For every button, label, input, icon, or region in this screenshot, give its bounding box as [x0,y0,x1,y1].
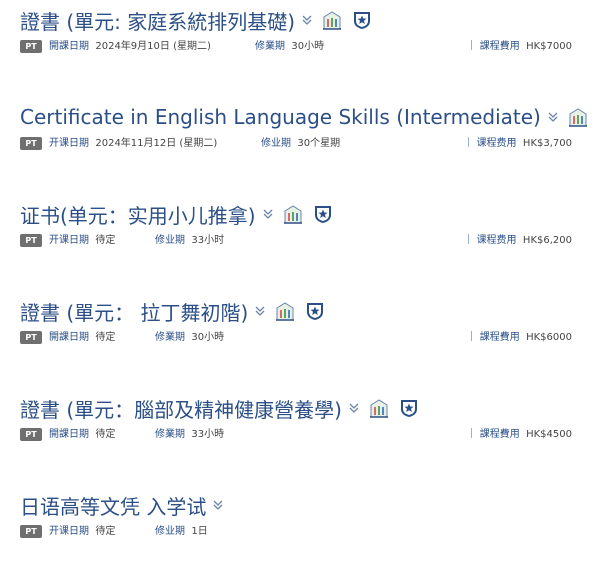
fee-value: HK$6000 [526,332,572,343]
period-label: 修業期 [255,41,285,52]
chevron-down-icon[interactable] [254,305,266,317]
course-meta: PT 開課日期 待定 修業期 33小時 課程費用 HK$4500 [20,428,572,442]
start-date-value: 待定 [95,332,116,343]
course-meta: PT 开课日期 2024年11月12日 (星期二) 修业期 30个星期 课程费用… [20,137,572,151]
course-title[interactable]: 证书(单元：实用小儿推拿) [20,200,256,229]
mode-badge: PT [20,234,42,247]
divider [467,137,469,147]
course-title[interactable]: 證書 (單元: 家庭系統排列基礎) [20,6,295,35]
start-date-label: 開課日期 [49,41,89,52]
course-title-row: 證書 (單元： 拉丁舞初階) [20,297,326,325]
course-title-row: 證書 (單元: 家庭系統排列基礎) [20,6,373,34]
course-item: 證書 (單元: 家庭系統排列基礎) PT 開課日期 2024年9月10日 (星期… [20,6,572,66]
shield-star-icon [304,300,326,322]
course-title-row: 证书(单元：实用小儿推拿) [20,200,334,228]
course-title-row: 證書 (單元：腦部及精神健康營養學) [20,394,420,422]
start-date-value: 待定 [95,526,116,537]
start-date-label: 开课日期 [49,235,89,246]
chevron-down-icon[interactable] [262,208,274,220]
start-date-value: 2024年11月12日 (星期二) [95,138,218,149]
course-item: 日语高等文凭 入学试 PT 开课日期 待定 修业期 1日 [20,491,572,551]
fee-label: 課程費用 [479,332,520,343]
period-label: 修業期 [155,332,185,343]
period-value: 30小時 [291,41,325,52]
course-title[interactable]: 日语高等文凭 入学试 [20,491,206,520]
start-date-value: 待定 [95,429,116,440]
building-icon [321,9,343,31]
chevron-down-icon[interactable] [212,499,224,511]
period-value: 30个星期 [297,138,341,149]
start-date-label: 開課日期 [49,429,89,440]
period-label: 修業期 [155,429,185,440]
start-date-value: 2024年9月10日 (星期二) [95,41,211,52]
divider [470,331,472,341]
period-label: 修业期 [261,138,291,149]
mode-badge: PT [20,428,42,441]
fee-label: 课程费用 [476,235,517,246]
period-label: 修业期 [155,526,185,537]
shield-star-icon [312,203,334,225]
course-meta: PT 开课日期 待定 修业期 33小时 课程费用 HK$6,200 [20,234,572,248]
course-item: 證書 (單元： 拉丁舞初階) PT 開課日期 待定 修業期 30小時 課程費用 … [20,297,572,357]
fee-label: 課程費用 [479,41,520,52]
start-date-label: 开课日期 [49,138,89,149]
period-value: 1日 [191,526,208,537]
mode-badge: PT [20,40,42,53]
course-item: 证书(单元：实用小儿推拿) PT 开课日期 待定 修业期 33小时 课程费用 H… [20,200,572,260]
mode-badge: PT [20,525,42,538]
fee-label: 课程费用 [476,138,517,149]
divider [470,40,472,50]
course-title[interactable]: 證書 (單元： 拉丁舞初階) [20,297,248,326]
mode-badge: PT [20,331,42,344]
start-date-value: 待定 [95,235,116,246]
divider [467,234,469,244]
chevron-down-icon[interactable] [301,14,313,26]
period-value: 30小時 [191,332,225,343]
course-item: Certificate in English Language Skills (… [20,103,587,163]
mode-badge: PT [20,137,42,150]
course-title[interactable]: 證書 (單元：腦部及精神健康營養學) [20,394,342,423]
building-icon [274,300,296,322]
fee-value: HK$4500 [526,429,572,440]
start-date-label: 开课日期 [49,526,89,537]
divider [470,428,472,438]
fee-label: 課程費用 [479,429,520,440]
shield-star-icon [351,9,373,31]
chevron-down-icon[interactable] [348,402,360,414]
building-icon [368,397,390,419]
building-icon [282,203,304,225]
course-title-row: Certificate in English Language Skills (… [20,103,589,131]
chevron-down-icon[interactable] [547,111,559,123]
course-meta: PT 開課日期 待定 修業期 30小時 課程費用 HK$6000 [20,331,572,345]
fee-value: HK$6,200 [522,235,572,246]
fee-value: HK$3,700 [522,138,572,149]
fee-value: HK$7000 [526,41,572,52]
period-label: 修业期 [155,235,185,246]
course-title-row: 日语高等文凭 入学试 [20,491,224,519]
start-date-label: 開課日期 [49,332,89,343]
course-title[interactable]: Certificate in English Language Skills (… [20,105,541,129]
course-item: 證書 (單元：腦部及精神健康營養學) PT 開課日期 待定 修業期 33小時 課… [20,394,572,454]
period-value: 33小時 [191,429,225,440]
period-value: 33小时 [191,235,225,246]
course-meta: PT 開課日期 2024年9月10日 (星期二) 修業期 30小時 課程費用 H… [20,40,572,54]
shield-star-icon [398,397,420,419]
course-meta: PT 开课日期 待定 修业期 1日 [20,525,572,539]
building-icon [567,106,589,128]
